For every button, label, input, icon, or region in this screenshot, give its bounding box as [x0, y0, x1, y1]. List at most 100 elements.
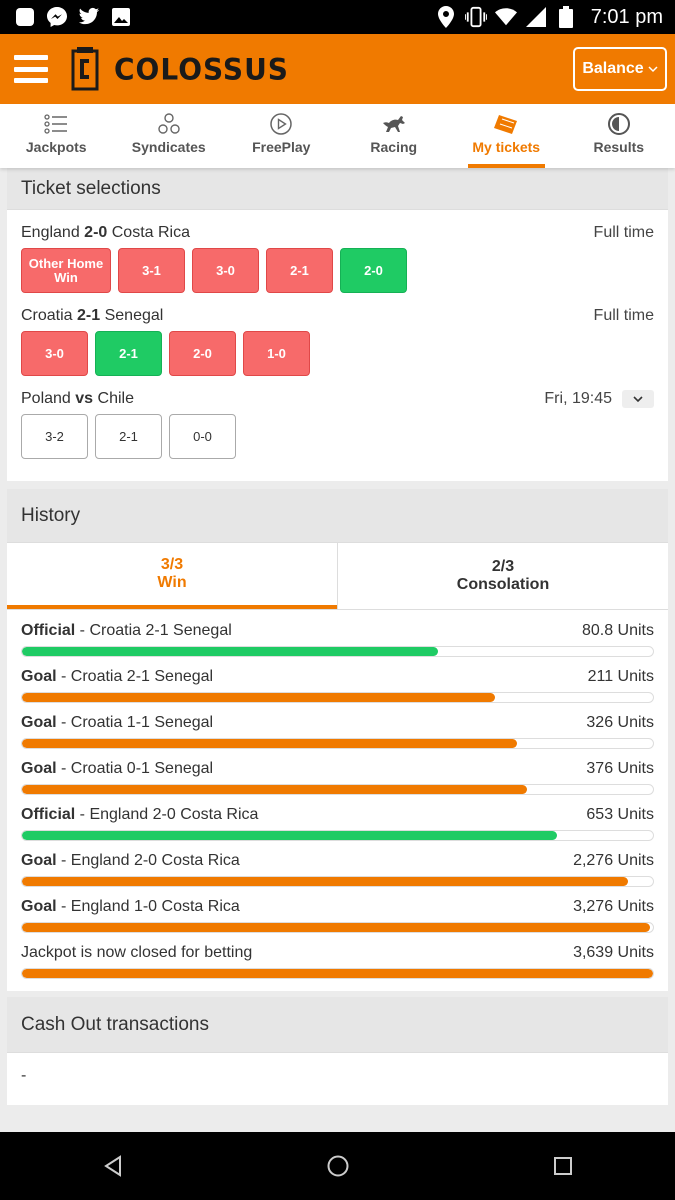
ticket-content: Ticket selections England 2-0 Costa Rica… [7, 168, 668, 1105]
match-status: Full time [593, 224, 654, 241]
history-row: Goal - Croatia 0-1 Senegal 376 Units [21, 760, 654, 795]
history-progress-bar [21, 876, 654, 887]
tab-freeplay[interactable]: FreePlay [225, 104, 338, 168]
history-progress-fill [22, 969, 653, 978]
section-title: Cash Out transactions [21, 1013, 209, 1035]
pick-button[interactable]: 2-1 [95, 331, 162, 376]
history-row-value: 80.8 Units [581, 622, 654, 639]
brand-logo[interactable]: COLOSSUS [70, 47, 289, 91]
pick-button[interactable]: Other Home Win [21, 248, 111, 293]
vibrate-icon [464, 6, 487, 28]
history-progress-fill [22, 739, 518, 748]
pick-button[interactable]: 2-0 [169, 331, 236, 376]
horse-icon [381, 112, 407, 136]
history-row: Goal - England 2-0 Costa Rica 2,276 Units [21, 852, 654, 887]
history-row-label: Goal - England 2-0 Costa Rica [21, 852, 240, 869]
pick-button[interactable]: 3-1 [118, 248, 185, 293]
history-row-label: Goal - England 1-0 Costa Rica [21, 898, 240, 915]
status-bar: 7:01 pm [0, 0, 675, 34]
match-status: Fri, 19:45 [544, 390, 612, 407]
menu-icon[interactable] [14, 55, 48, 83]
section-title: History [21, 504, 81, 526]
history-row-value: 3,276 Units [573, 898, 654, 915]
history-row-text: England 2-0 Costa Rica [89, 806, 259, 823]
match-title: Croatia 2-1 Senegal [21, 307, 164, 324]
brand-name: COLOSSUS [114, 51, 289, 87]
tab-my-tickets[interactable]: My tickets [450, 104, 563, 168]
history-row: Goal - Croatia 1-1 Senegal 326 Units [21, 714, 654, 749]
history-progress-fill [22, 647, 439, 656]
pick-button[interactable]: 2-1 [95, 414, 162, 459]
tab-label: Consolation [456, 576, 550, 593]
recents-square-icon [553, 1157, 572, 1175]
history-header: History [7, 489, 668, 543]
pick-button[interactable]: 3-0 [21, 331, 88, 376]
home-button[interactable] [308, 1146, 368, 1186]
history-row-type: Goal [21, 760, 57, 777]
history-progress-fill [22, 877, 628, 886]
pick-button[interactable]: 1-0 [243, 331, 310, 376]
match-item: England 2-0 Costa Rica Full time Other H… [7, 210, 668, 293]
tab-jackpots[interactable]: Jackpots [0, 104, 113, 168]
expand-match-button[interactable] [622, 390, 654, 408]
ticket-icon [493, 112, 519, 136]
history-progress-bar [21, 738, 654, 749]
list-icon [44, 112, 68, 136]
match-status: Full time [593, 307, 654, 324]
tab-label: Win [157, 574, 187, 591]
signal-icon [525, 6, 547, 28]
tab-label: FreePlay [252, 139, 311, 155]
history-row-value: 3,639 Units [573, 944, 654, 961]
history-row-label: Official - England 2-0 Costa Rica [21, 806, 259, 823]
results-icon [607, 112, 631, 136]
history-progress-fill [22, 923, 650, 932]
tab-fraction: 2/3 [491, 558, 515, 575]
history-progress-fill [22, 785, 527, 794]
history-row-type: Goal [21, 852, 57, 869]
history-row-value: 2,276 Units [573, 852, 654, 869]
history-row-text: Croatia 0-1 Senegal [70, 760, 214, 777]
history-row-text: Jackpot is now closed for betting [21, 944, 253, 961]
history-progress-bar [21, 646, 654, 657]
balance-button[interactable]: Balance [573, 47, 667, 91]
app-header: COLOSSUS Balance [0, 34, 675, 104]
history-progress-fill [22, 693, 496, 702]
pick-button[interactable]: 3-0 [192, 248, 259, 293]
pick-button[interactable]: 3-2 [21, 414, 88, 459]
tab-results[interactable]: Results [563, 104, 675, 168]
history-progress-bar [21, 922, 654, 933]
pick-list: Other Home Win 3-1 3-0 2-1 2-0 [21, 248, 654, 293]
history-row-text: England 2-0 Costa Rica [70, 852, 240, 869]
history-row-text: Croatia 2-1 Senegal [89, 622, 232, 639]
twitter-icon [78, 6, 100, 28]
pick-button[interactable]: 0-0 [169, 414, 236, 459]
history-row-label: Goal - Croatia 2-1 Senegal [21, 668, 214, 685]
chevron-down-icon [633, 395, 643, 402]
image-icon [110, 6, 132, 28]
history-row-type: Official [21, 622, 76, 639]
recents-button[interactable] [533, 1146, 593, 1186]
tab-history-win[interactable]: 3/3 Win [7, 543, 337, 609]
back-button[interactable] [83, 1146, 143, 1186]
pick-list: 3-2 2-1 0-0 [21, 414, 654, 459]
pick-button[interactable]: 2-1 [266, 248, 333, 293]
wifi-icon [494, 6, 517, 28]
tab-fraction: 3/3 [160, 556, 184, 573]
colossus-logo-icon [71, 47, 99, 91]
match-item: Croatia 2-1 Senegal Full time 3-0 2-1 2-… [7, 293, 668, 376]
history-list: Official - Croatia 2-1 Senegal 80.8 Units… [7, 610, 668, 991]
chevron-down-icon [648, 66, 658, 73]
pick-button[interactable]: 2-0 [340, 248, 407, 293]
ticket-selections-panel: England 2-0 Costa Rica Full time Other H… [7, 210, 668, 481]
tab-syndicates[interactable]: Syndicates [113, 104, 226, 168]
history-progress-bar [21, 784, 654, 795]
tab-racing[interactable]: Racing [338, 104, 451, 168]
notification-square-icon [14, 6, 36, 28]
history-row-label: Jackpot is now closed for betting [21, 944, 252, 962]
match-item: Poland vs Chile Fri, 19:45 3-2 2-1 0-0 [7, 376, 668, 459]
tab-history-consolation[interactable]: 2/3 Consolation [337, 543, 668, 609]
history-row-value: 653 Units [586, 806, 654, 823]
tab-label: Jackpots [25, 139, 87, 155]
history-row-value: 376 Units [586, 760, 654, 777]
tab-label: Racing [370, 139, 418, 155]
